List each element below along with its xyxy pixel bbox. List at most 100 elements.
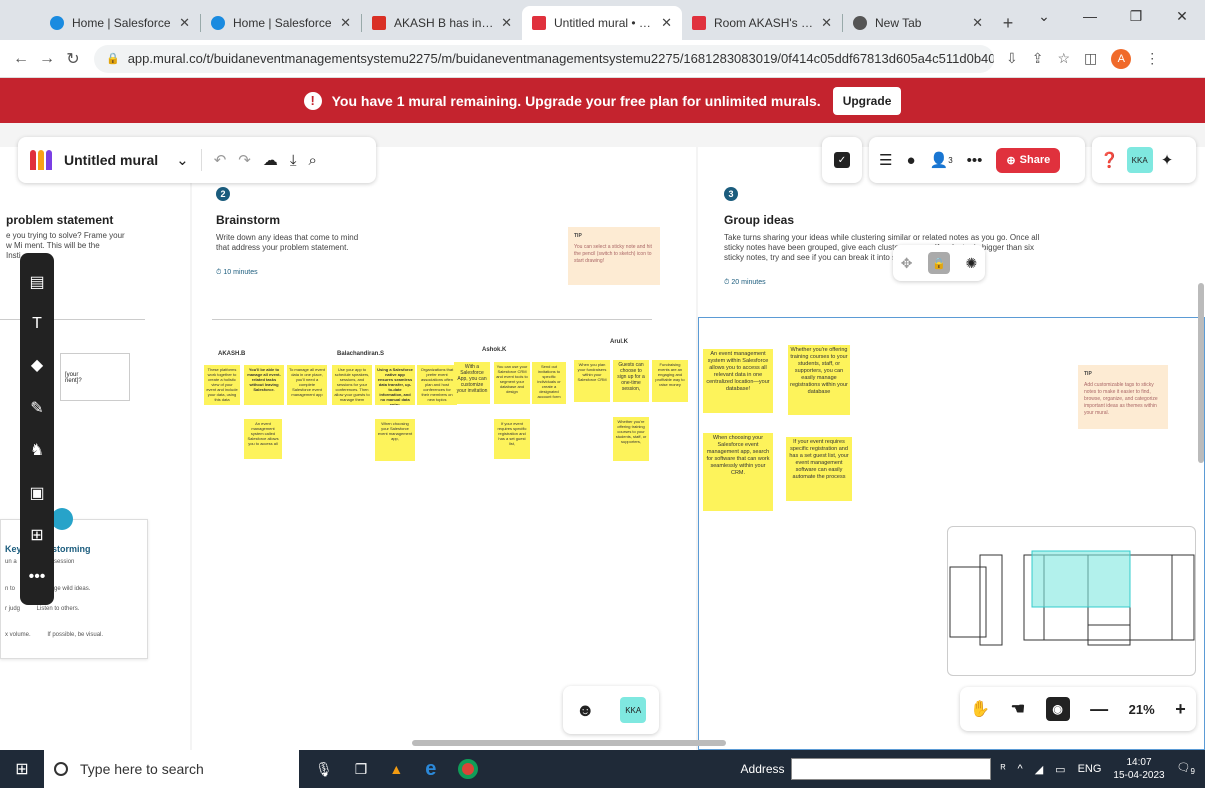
ai-sparkle-icon[interactable]: ✦ bbox=[1161, 151, 1174, 169]
text-tool-icon[interactable]: T bbox=[32, 315, 42, 333]
redo-icon[interactable]: ↷ bbox=[238, 151, 251, 169]
close-window-icon[interactable]: ✕ bbox=[1159, 0, 1205, 32]
bookmark-star-icon[interactable]: ☆ bbox=[1057, 50, 1070, 67]
edge-icon[interactable]: e bbox=[425, 758, 436, 781]
shapes-tool-icon[interactable]: ◆ bbox=[31, 355, 43, 375]
minimize-icon[interactable]: — bbox=[1067, 0, 1113, 32]
vertical-scrollbar[interactable] bbox=[1198, 283, 1204, 463]
browser-tab[interactable]: New Tab ✕ bbox=[843, 6, 993, 40]
templates-tool-icon[interactable]: ♞ bbox=[30, 440, 44, 460]
close-tab-icon[interactable]: ✕ bbox=[179, 15, 190, 31]
sticky-note[interactable]: Fundraising events are an engaging and p… bbox=[652, 360, 688, 402]
url-field[interactable]: 🔒 app.mural.co/t/buidaneventmanagementsy… bbox=[94, 44, 994, 73]
undo-icon[interactable]: ↶ bbox=[214, 151, 227, 169]
share-page-icon[interactable]: ⇪ bbox=[1032, 50, 1044, 67]
download-icon[interactable]: ⤓ bbox=[290, 152, 297, 169]
new-tab-button[interactable]: + bbox=[993, 6, 1023, 40]
close-tab-icon[interactable]: ✕ bbox=[821, 15, 832, 31]
minimap[interactable] bbox=[947, 526, 1196, 676]
move-icon[interactable]: ✥ bbox=[901, 255, 913, 272]
apps-tool-icon[interactable]: ⊞ bbox=[30, 525, 43, 545]
reload-icon[interactable]: ↻ bbox=[60, 49, 86, 69]
kebab-menu-icon[interactable]: ⋮ bbox=[1145, 50, 1159, 67]
chevron-down-icon[interactable]: ⌄ bbox=[176, 151, 189, 169]
sticky-note[interactable]: These platforms work together to create … bbox=[204, 365, 240, 405]
microphone-icon[interactable]: 🎙 bbox=[315, 761, 333, 778]
chrome-icon[interactable] bbox=[458, 759, 479, 779]
notification-icon[interactable]: 🗨9 bbox=[1177, 761, 1195, 776]
tray-expand-icon[interactable]: ^ bbox=[1018, 763, 1023, 775]
browser-tab[interactable]: AKASH B has invited y ✕ bbox=[362, 6, 522, 40]
cloud-saved-icon[interactable]: ☁ bbox=[263, 151, 278, 169]
sticky-note[interactable]: When choosing your Salesforce event mana… bbox=[375, 419, 415, 461]
address-input[interactable] bbox=[790, 758, 991, 780]
back-icon[interactable]: ← bbox=[8, 50, 34, 68]
forward-icon[interactable]: → bbox=[34, 50, 60, 68]
checklist-icon[interactable]: ✓ bbox=[834, 152, 850, 168]
zoom-in-icon[interactable]: + bbox=[1175, 699, 1186, 720]
help-icon[interactable]: ❓ bbox=[1100, 151, 1119, 169]
battery-icon[interactable]: ▭ bbox=[1055, 763, 1065, 776]
browser-tab[interactable]: Home | Salesforce ✕ bbox=[40, 6, 200, 40]
sticky-note[interactable]: Whether you're offering training courses… bbox=[613, 417, 649, 461]
mural-title[interactable]: Untitled mural bbox=[64, 152, 158, 168]
horizontal-scrollbar[interactable] bbox=[412, 740, 726, 746]
user-avatar[interactable]: KKA bbox=[1126, 147, 1153, 173]
present-icon[interactable]: ◉ bbox=[1045, 697, 1070, 721]
search-icon[interactable]: ⌕ bbox=[309, 152, 317, 169]
sticky-note[interactable]: When choosing your Salesforce event mana… bbox=[703, 433, 773, 511]
language-indicator[interactable]: ENG bbox=[1078, 763, 1102, 775]
browser-tab[interactable]: Room AKASH's room ✕ bbox=[682, 6, 842, 40]
lock-icon[interactable]: 🔒 bbox=[927, 252, 950, 274]
more-tools-icon[interactable]: ••• bbox=[29, 568, 46, 586]
sticky-note[interactable]: An event management system called Salesf… bbox=[244, 419, 282, 459]
select-tool-icon[interactable]: ☚ bbox=[1011, 699, 1025, 719]
outline-icon[interactable]: ☰ bbox=[879, 151, 892, 169]
browser-tab-active[interactable]: Untitled mural • buid ✕ bbox=[522, 6, 682, 40]
sticky-note[interactable]: When you plan your fundraisers within yo… bbox=[574, 360, 610, 402]
hand-tool-icon[interactable]: ✋ bbox=[970, 699, 990, 719]
sticky-note[interactable]: To manage all event data in one place, y… bbox=[287, 365, 327, 405]
task-view-icon[interactable]: ❐ bbox=[355, 761, 368, 778]
sticky-note[interactable]: Organizations that prefer event associat… bbox=[417, 365, 457, 405]
profile-avatar[interactable]: A bbox=[1111, 48, 1132, 69]
sticky-note[interactable]: If your event requires specific registra… bbox=[494, 419, 530, 459]
side-panel-icon[interactable]: ◫ bbox=[1084, 50, 1097, 67]
focus-icon[interactable]: ✺ bbox=[965, 255, 977, 272]
taskbar-search[interactable]: Type here to search bbox=[44, 750, 299, 788]
sticky-note-tool-icon[interactable]: ▤ bbox=[29, 272, 44, 292]
share-button[interactable]: ⊕ Share bbox=[996, 147, 1061, 173]
upgrade-button[interactable]: Upgrade bbox=[832, 86, 902, 115]
sticky-note[interactable]: Guests can choose to sign up for a one-t… bbox=[613, 360, 649, 402]
clock[interactable]: 14:07 15-04-2023 bbox=[1113, 756, 1164, 782]
close-tab-icon[interactable]: ✕ bbox=[661, 15, 672, 31]
sticky-note[interactable]: If your event requires specific registra… bbox=[786, 437, 852, 501]
maximize-icon[interactable]: ❐ bbox=[1113, 0, 1159, 32]
participants-icon[interactable]: 👤 3 bbox=[930, 151, 953, 169]
sticky-note[interactable]: An event management system within Salesf… bbox=[703, 349, 773, 413]
sticky-note[interactable]: Whether you're offering training courses… bbox=[788, 345, 850, 415]
tab-search-icon[interactable]: ⌄ bbox=[1021, 0, 1067, 32]
sticky-note[interactable]: You'll be able to manage all event-relat… bbox=[244, 365, 284, 405]
browser-tab[interactable]: Home | Salesforce ✕ bbox=[201, 6, 361, 40]
sticky-note[interactable]: Use your app to schedule speakers, sessi… bbox=[332, 365, 372, 405]
install-icon[interactable]: ⇩ bbox=[1006, 50, 1018, 67]
close-tab-icon[interactable]: ✕ bbox=[972, 15, 983, 31]
sticky-note[interactable]: You can use your Salesforce CRM and even… bbox=[494, 362, 530, 404]
sticky-note[interactable]: With a Salesforce App, you can customize… bbox=[454, 362, 490, 404]
user-avatar[interactable]: KKA bbox=[620, 697, 647, 723]
more-icon[interactable]: ••• bbox=[967, 152, 983, 169]
sticky-note[interactable]: Using a Salesforce native app ensures se… bbox=[375, 365, 415, 405]
image-tool-icon[interactable]: ▣ bbox=[29, 483, 44, 503]
vlc-icon[interactable]: ▲ bbox=[389, 761, 403, 777]
close-tab-icon[interactable]: ✕ bbox=[340, 15, 351, 31]
close-tab-icon[interactable]: ✕ bbox=[501, 15, 512, 31]
mural-canvas[interactable]: problem statement e you trying to solve?… bbox=[0, 123, 1205, 750]
sticky-note[interactable]: Send out invitations to specific individ… bbox=[532, 362, 566, 404]
network-icon[interactable]: ◢ bbox=[1035, 763, 1043, 776]
zoom-out-icon[interactable]: — bbox=[1090, 699, 1108, 720]
windows-start-icon[interactable]: ⊞ bbox=[0, 759, 44, 779]
comments-icon[interactable]: ● bbox=[906, 152, 915, 169]
people-icon[interactable]: ᴿ bbox=[1001, 763, 1006, 775]
emoji-icon[interactable]: ☻ bbox=[576, 700, 595, 721]
